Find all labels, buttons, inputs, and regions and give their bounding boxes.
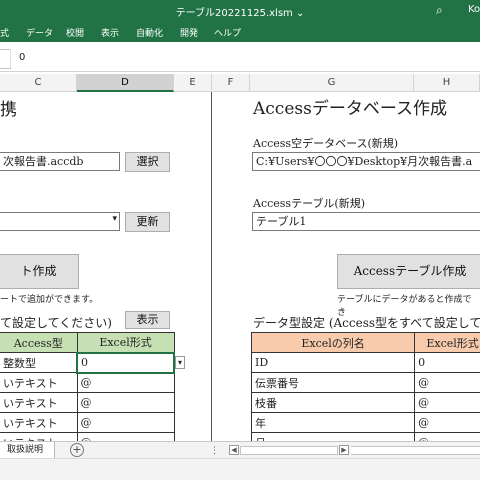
table-cell[interactable]: @ bbox=[414, 372, 480, 393]
table-cell[interactable]: @ bbox=[414, 392, 480, 413]
panel-divider bbox=[211, 92, 212, 441]
tab-view[interactable]: 表示 bbox=[101, 26, 119, 39]
select-button[interactable]: 選択 bbox=[125, 152, 170, 172]
table-cell-selected[interactable]: 0 bbox=[76, 351, 175, 374]
horizontal-scrollbar[interactable] bbox=[240, 446, 338, 455]
left-panel-title: 携 bbox=[0, 100, 17, 120]
table-header-cell: Excel形式 bbox=[76, 332, 175, 353]
right-panel-title: Accessデータベース作成 bbox=[253, 99, 447, 119]
table-cell[interactable]: いテキスト bbox=[0, 372, 78, 393]
tab-data[interactable]: データ bbox=[26, 26, 53, 39]
formula-input[interactable]: 0 bbox=[19, 52, 25, 63]
table-cell[interactable]: @ bbox=[76, 392, 175, 413]
table-row: いテキスト @ bbox=[0, 392, 175, 413]
window-title: テーブル20221125.xlsm ⌄ bbox=[175, 8, 305, 19]
column-header-d[interactable]: D bbox=[77, 74, 174, 92]
table-row: Access型 Excel形式 bbox=[0, 332, 175, 353]
show-button[interactable]: 表示 bbox=[125, 311, 170, 329]
table-row: 年 @ bbox=[250, 412, 480, 433]
scroll-left-icon[interactable]: ◀ bbox=[229, 445, 239, 455]
table-row: Excelの列名 Excel形式 bbox=[250, 332, 480, 353]
sheet-tab-bar: 取扱説明 + ⋮ ◀ ▶ bbox=[0, 441, 480, 459]
table-cell[interactable]: @ bbox=[76, 412, 175, 433]
create-table-button[interactable]: Accessテーブル作成 bbox=[337, 254, 480, 289]
dropdown-arrow-icon[interactable]: ▾ bbox=[175, 356, 185, 369]
tab-more-icon[interactable]: ⋮ bbox=[210, 446, 219, 456]
table-cell[interactable]: 伝票番号 bbox=[250, 372, 416, 393]
column-header-f[interactable]: F bbox=[212, 74, 250, 92]
horizontal-scrollbar-track[interactable] bbox=[351, 446, 480, 455]
status-bar bbox=[0, 458, 480, 480]
formula-bar: 0 bbox=[0, 44, 480, 72]
table-header-cell: Excel形式 bbox=[414, 332, 480, 353]
formula-divider bbox=[10, 49, 11, 67]
search-icon[interactable]: ⌕ bbox=[436, 3, 443, 18]
table-cell[interactable]: 年 bbox=[250, 412, 416, 433]
table-header-cell: Excelの列名 bbox=[250, 332, 416, 353]
user-name[interactable]: Ko bbox=[468, 4, 480, 15]
table-cell[interactable]: いテキスト bbox=[0, 412, 78, 433]
table-row: 整数型 0 bbox=[0, 351, 175, 374]
table-cell[interactable]: ID bbox=[250, 352, 416, 373]
table-row: いテキスト @ bbox=[0, 412, 175, 433]
title-bar: テーブル20221125.xlsm ⌄ ⌕ Ko bbox=[0, 0, 480, 22]
table-row: 枝番 @ bbox=[250, 392, 480, 413]
table-cell[interactable]: 0 bbox=[414, 352, 480, 373]
ribbon-tabs: 式 データ 校閲 表示 自動化 開発 ヘルプ bbox=[0, 22, 480, 42]
table-row: ID 0 bbox=[250, 352, 480, 373]
table-cell[interactable]: 整数型 bbox=[0, 352, 78, 373]
scroll-right-icon[interactable]: ▶ bbox=[339, 445, 349, 455]
table-cell[interactable]: いテキスト bbox=[0, 392, 78, 413]
tab-automate[interactable]: 自動化 bbox=[136, 26, 163, 39]
right-section-label: データ型設定 (Access型をすべて設定して bbox=[253, 316, 480, 330]
right-type-table: Excelの列名 Excel形式 ID 0 伝票番号 @ 枝番 @ 年 @ 月 … bbox=[250, 332, 480, 453]
left-section-label: て設定してください) bbox=[0, 316, 112, 330]
table-row: 伝票番号 @ bbox=[250, 372, 480, 393]
add-sheet-icon[interactable]: + bbox=[70, 443, 84, 457]
column-headers: C D E F G H bbox=[0, 74, 480, 92]
table-cell[interactable]: 枝番 bbox=[250, 392, 416, 413]
left-db-path-field[interactable]: 次報告書.accdb bbox=[0, 152, 120, 171]
table-dropdown[interactable]: ▾ bbox=[0, 212, 120, 231]
column-header-c[interactable]: C bbox=[0, 74, 77, 92]
table-header-cell: Access型 bbox=[0, 332, 78, 353]
column-header-e[interactable]: E bbox=[174, 74, 212, 92]
table-cell[interactable]: @ bbox=[76, 372, 175, 393]
table-name-field[interactable]: テーブル1 bbox=[252, 212, 480, 231]
left-type-table: Access型 Excel形式 整数型 0 いテキスト @ いテキスト @ いテ… bbox=[0, 332, 175, 453]
column-header-h[interactable]: H bbox=[414, 74, 480, 92]
chevron-down-icon[interactable]: ▾ bbox=[112, 214, 117, 224]
db-label: Access空データベース(新規) bbox=[253, 137, 399, 150]
left-note: ートで追加ができます。 bbox=[0, 295, 99, 305]
tab-formulas[interactable]: 式 bbox=[0, 26, 9, 39]
db-path-field[interactable]: C:¥Users¥〇〇〇¥Desktop¥月次報告書.a bbox=[252, 152, 480, 171]
table-row: いテキスト @ bbox=[0, 372, 175, 393]
tab-review[interactable]: 校閲 bbox=[66, 26, 84, 39]
table-cell[interactable]: @ bbox=[414, 412, 480, 433]
column-header-g[interactable]: G bbox=[250, 74, 414, 92]
update-button[interactable]: 更新 bbox=[125, 212, 170, 232]
left-create-button[interactable]: ト作成 bbox=[0, 254, 79, 289]
sheet-tab-active[interactable]: 取扱説明 bbox=[0, 442, 55, 459]
table-label: Accessテーブル(新規) bbox=[253, 197, 365, 210]
tab-help[interactable]: ヘルプ bbox=[214, 26, 241, 39]
tab-developer[interactable]: 開発 bbox=[180, 26, 198, 39]
